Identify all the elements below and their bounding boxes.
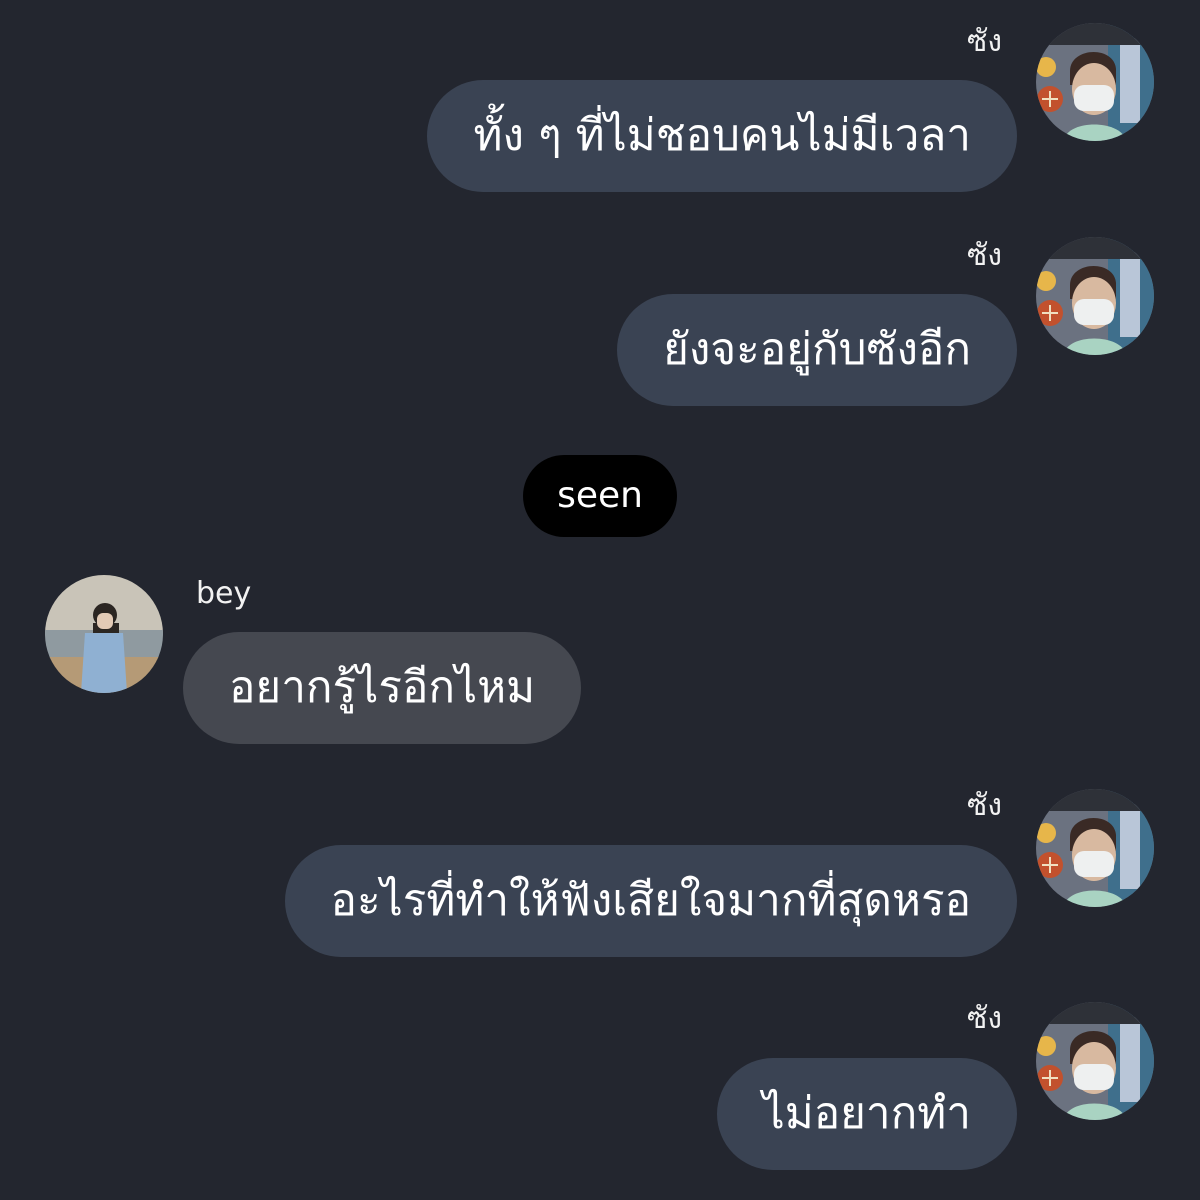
message-bubble[interactable]: ทั้ง ๆ ที่ไม่ชอบคนไม่มีเวลา: [427, 80, 1017, 192]
avatar[interactable]: [1036, 237, 1154, 355]
message-bubble[interactable]: อะไรที่ทำให้ฟังเสียใจมากที่สุดหรอ: [284, 845, 1017, 957]
message-bubble[interactable]: อยากรู้ไรอีกไหม: [183, 632, 582, 744]
sender-name: ซัง: [966, 238, 1002, 273]
sender-name: bey: [196, 576, 252, 611]
avatar[interactable]: [1036, 23, 1154, 141]
message-bubble[interactable]: ไม่อยากทำ: [716, 1058, 1017, 1170]
avatar[interactable]: [1036, 789, 1154, 907]
seen-indicator: seen: [523, 455, 677, 537]
avatar[interactable]: [45, 575, 163, 693]
masked-person-photo: [1036, 1002, 1154, 1120]
sender-name: ซัง: [966, 24, 1002, 59]
avatar[interactable]: [1036, 1002, 1154, 1120]
beach-person-photo: [45, 575, 163, 693]
sender-name: ซัง: [966, 788, 1002, 823]
masked-person-photo: [1036, 23, 1154, 141]
message-bubble[interactable]: ยังจะอยู่กับซังอีก: [617, 294, 1017, 406]
masked-person-photo: [1036, 237, 1154, 355]
masked-person-photo: [1036, 789, 1154, 907]
sender-name: ซัง: [966, 1001, 1002, 1036]
